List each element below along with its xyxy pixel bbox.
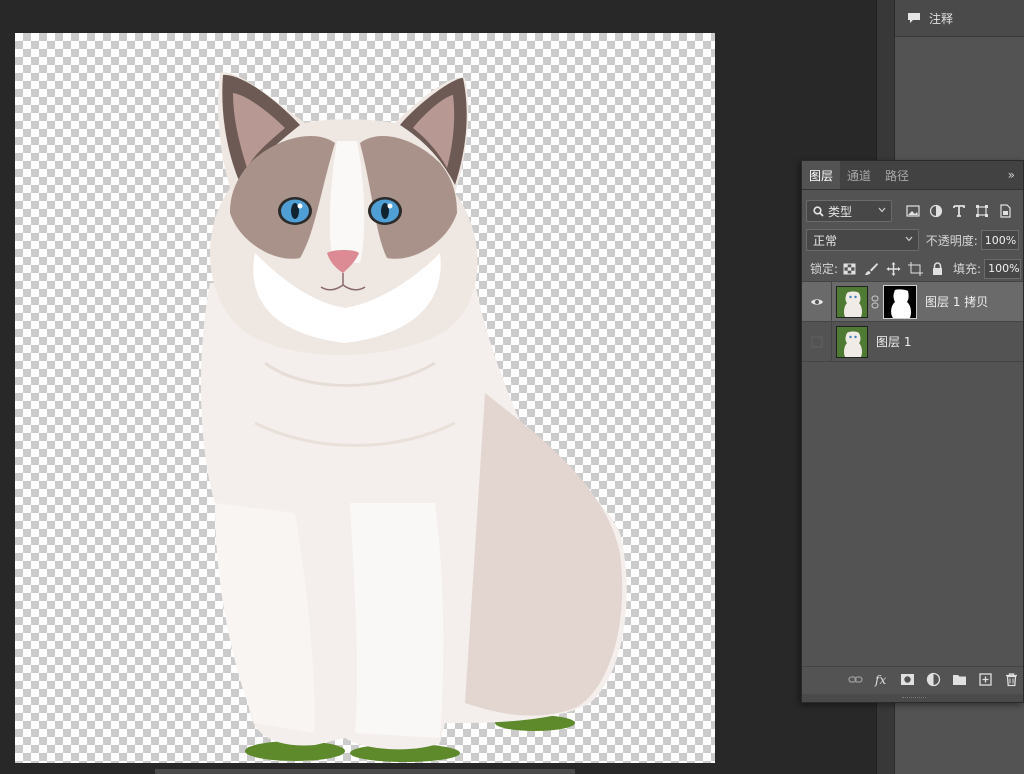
grip-dots — [902, 697, 926, 699]
search-icon — [813, 205, 824, 217]
canvas-workspace[interactable] — [0, 0, 876, 774]
lock-label: 锁定: — [810, 262, 839, 276]
cat-image — [200, 72, 627, 762]
panel-resize-grip[interactable] — [802, 694, 1023, 702]
filter-kind-select[interactable]: 类型 — [806, 200, 892, 222]
lock-row: 锁定: 填充: 100% — [802, 256, 1023, 282]
blend-mode-row: 正常 不透明度: 100% — [802, 228, 1023, 252]
delete-icon[interactable] — [1004, 672, 1019, 687]
smart-object-filter-icon[interactable] — [998, 204, 1012, 218]
shape-filter-icon[interactable] — [975, 204, 989, 218]
filter-kind-label: 类型 — [828, 204, 853, 219]
fill-field[interactable]: 100% — [984, 258, 1021, 279]
new-layer-icon[interactable] — [978, 672, 993, 687]
visibility-toggle[interactable] — [802, 281, 832, 322]
chevron-down-icon — [878, 207, 886, 213]
layer-row[interactable]: 图层 1 — [802, 321, 1023, 362]
layer-thumbnail[interactable] — [836, 285, 868, 318]
visibility-toggle[interactable] — [802, 321, 832, 362]
tab-paths[interactable]: 路径 — [878, 161, 916, 189]
layer-row[interactable]: 图层 1 拷贝 — [802, 281, 1023, 322]
document-canvas[interactable] — [15, 33, 715, 763]
blend-mode-select[interactable]: 正常 — [806, 229, 919, 251]
layer-name: 图层 1 拷贝 — [925, 295, 989, 309]
lock-position-icon[interactable] — [886, 261, 901, 276]
layers-bottom-toolbar: fx — [802, 666, 1023, 692]
layer-thumbnail[interactable] — [836, 325, 868, 358]
layer-mask-thumbnail[interactable] — [883, 284, 917, 319]
add-mask-icon[interactable] — [900, 672, 915, 687]
mask-shape — [891, 288, 912, 318]
lock-transparent-icon[interactable] — [842, 262, 857, 276]
adjustment-layer-icon[interactable] — [926, 672, 941, 687]
layer-filter-row: 类型 — [802, 197, 1023, 225]
hidden-visibility-box-icon — [811, 336, 822, 347]
svg-text:fx: fx — [874, 673, 886, 687]
link-layers-icon[interactable] — [848, 672, 863, 687]
layers-panel-tabs: 图层 通道 路径 » — [802, 161, 1023, 190]
lock-all-icon[interactable] — [930, 261, 945, 276]
eye-icon — [810, 298, 823, 305]
mask-link-icon[interactable] — [870, 295, 880, 309]
adjustment-filter-icon[interactable] — [929, 204, 943, 218]
notes-panel-header[interactable]: 注释 — [895, 0, 1024, 37]
type-filter-icon[interactable] — [952, 204, 966, 218]
lock-artboard-icon[interactable] — [908, 261, 924, 276]
tab-channels[interactable]: 通道 — [840, 161, 878, 189]
image-filter-icon[interactable] — [906, 204, 920, 218]
chevron-down-icon — [905, 236, 913, 242]
layers-panel: 图层 通道 路径 » 类型 正常 不透明度: 100% 锁定: 填充: 100%… — [801, 160, 1024, 703]
opacity-field[interactable]: 100% — [980, 230, 1019, 250]
notes-panel-title: 注释 — [929, 11, 954, 26]
cat-thumbnail-image — [837, 286, 867, 317]
lock-paint-icon[interactable] — [864, 262, 879, 276]
layer-name: 图层 1 — [876, 335, 912, 349]
double-chevron-right-icon[interactable]: » — [1008, 168, 1015, 182]
fill-label: 填充: — [953, 262, 982, 276]
cat-thumbnail-image — [837, 326, 867, 357]
horizontal-scrollbar[interactable] — [155, 769, 575, 774]
comment-icon — [908, 13, 920, 23]
fx-icon[interactable]: fx — [874, 672, 889, 687]
blend-mode-value: 正常 — [813, 233, 838, 248]
opacity-label: 不透明度: — [925, 233, 978, 248]
tab-layers[interactable]: 图层 — [802, 161, 841, 189]
new-group-icon[interactable] — [952, 672, 967, 687]
